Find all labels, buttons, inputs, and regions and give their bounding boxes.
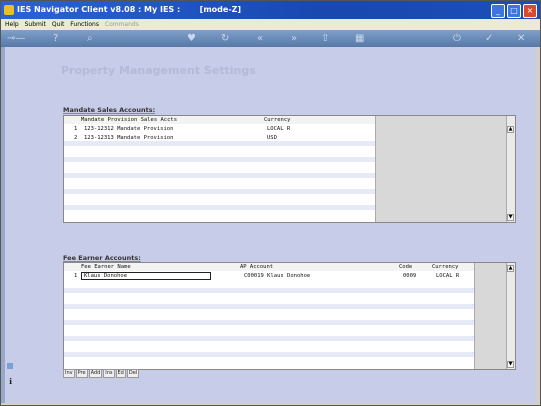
row-number: 2 (74, 135, 78, 141)
fee-col-code: Code (399, 264, 413, 270)
scroll-up-icon[interactable]: ▲ (507, 126, 514, 133)
menu-quit[interactable]: Quit (52, 21, 65, 28)
fee-grid: Fee Earner Name AP Account Code Currency… (63, 262, 516, 370)
scroll-up-icon[interactable]: ▲ (507, 265, 514, 272)
rewind-icon[interactable]: « (257, 32, 263, 45)
page-title: Property Management Settings (61, 64, 256, 77)
refresh-icon[interactable]: ↻ (221, 32, 229, 45)
mandate-currency[interactable]: LOCAL R (267, 125, 290, 133)
maximize-icon[interactable]: □ (507, 4, 521, 18)
forward-icon[interactable]: » (291, 32, 297, 45)
search-icon[interactable]: ⌕ (87, 32, 93, 45)
window-title: IES Navigator Client v8.08 : My IES : (17, 5, 181, 14)
fee-ap-account[interactable]: C00019 Klaus Donohoe (244, 272, 310, 280)
fee-currency[interactable]: LOCAL R (436, 272, 459, 280)
menu-bar: Help Submit Quit Functions Commands (1, 19, 540, 30)
close-icon[interactable]: × (523, 4, 537, 18)
key-icon[interactable]: ⊸— (7, 32, 25, 45)
mandate-section-title: Mandate Sales Accounts: (63, 106, 156, 114)
menu-functions[interactable]: Functions (70, 21, 99, 28)
ins-button[interactable]: Ins (103, 369, 115, 378)
help-icon[interactable]: ? (53, 32, 58, 45)
fee-scrollbar[interactable]: ▲ ▼ (506, 263, 515, 369)
mandate-col-currency: Currency (264, 117, 291, 123)
power-icon[interactable]: ⏻ (453, 32, 461, 45)
mandate-grid: Mandate Provision Sales Accts Currency 1… (63, 115, 516, 223)
menu-commands[interactable]: Commands (105, 21, 139, 28)
app-window: IES Navigator Client v8.08 : My IES : [m… (0, 0, 541, 406)
mandate-scrollbar[interactable]: ▲ ▼ (506, 116, 515, 222)
grid-icon[interactable]: ▦ (355, 32, 364, 45)
app-icon (4, 5, 14, 15)
grid-button-row: Inv Pre Add Ins Ed Del (63, 369, 140, 378)
fee-section-title: Fee Earner Accounts: (63, 254, 141, 262)
fee-grid-header: Fee Earner Name AP Account Code Currency (64, 263, 515, 271)
fee-col-currency: Currency (432, 264, 459, 270)
fee-col-name: Fee Earner Name (81, 264, 131, 270)
menu-submit[interactable]: Submit (25, 21, 46, 28)
pre-button[interactable]: Pre (75, 369, 88, 378)
fee-earner-name[interactable]: Klaus Donohoe (84, 272, 127, 280)
menu-help[interactable]: Help (5, 21, 19, 28)
fee-col-ap: AP Account (240, 264, 274, 270)
heart-icon[interactable]: ♥ (187, 32, 196, 45)
window-mode: [mode-Z] (199, 5, 242, 14)
scroll-down-icon[interactable]: ▼ (507, 214, 514, 221)
toolbar: ⊸— ? ⌕ ♥ ↻ « » ⇧ ▦ ⏻ ✓ ✕ (1, 30, 540, 47)
add-button[interactable]: Add (88, 369, 103, 378)
mandate-col-name: Mandate Provision Sales Accts (81, 117, 178, 123)
check-icon[interactable]: ✓ (485, 32, 493, 45)
info-icon[interactable]: ℹ (9, 377, 12, 386)
minimize-icon[interactable]: _ (491, 4, 505, 18)
mandate-side-panel (375, 116, 506, 222)
fee-side-panel (474, 263, 506, 369)
scroll-down-icon[interactable]: ▼ (507, 361, 514, 368)
status-indicator (7, 363, 13, 369)
mandate-account[interactable]: 123-12313 Mandate Provision (84, 134, 173, 142)
cancel-icon[interactable]: ✕ (517, 32, 525, 45)
row-number: 1 (74, 126, 78, 132)
title-bar: IES Navigator Client v8.08 : My IES : [m… (1, 1, 540, 19)
row-number: 1 (74, 273, 78, 279)
mandate-account[interactable]: 123-12312 Mandate Provision (84, 125, 173, 133)
mandate-currency[interactable]: USD (267, 134, 277, 142)
fee-code[interactable]: 0009 (403, 272, 416, 280)
inv-button[interactable]: Inv (63, 369, 75, 378)
ed-button[interactable]: Ed (115, 369, 126, 378)
upload-icon[interactable]: ⇧ (321, 32, 329, 45)
del-button[interactable]: Del (126, 369, 140, 378)
